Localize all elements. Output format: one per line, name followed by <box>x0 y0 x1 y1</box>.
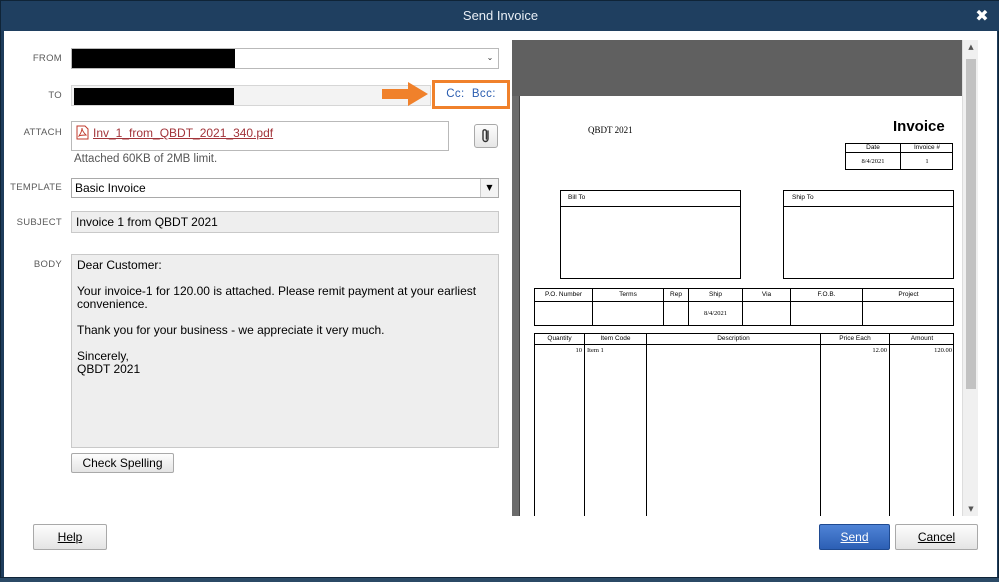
arrow-right-icon <box>382 82 428 106</box>
preview-scrollbar[interactable]: ▲ ▼ <box>962 40 978 516</box>
help-button[interactable]: Help <box>33 524 107 550</box>
subject-field[interactable]: Invoice 1 from QBDT 2021 <box>71 211 499 233</box>
item-amount: 120.00 <box>934 347 952 354</box>
body-line-1: Your invoice-1 for 120.00 is attached. P… <box>77 284 477 311</box>
items-table <box>534 333 954 516</box>
dialog-client: FROM ⌄ TO Cc: Bcc: ATTACH Inv_1_from_QBD… <box>4 31 997 577</box>
item-quantity: 10 <box>575 347 583 354</box>
fob-header: F.O.B. <box>817 291 836 298</box>
invoice-date: 8/4/2021 <box>861 158 885 165</box>
attachment-limit-text: Attached 60KB of 2MB limit. <box>74 153 218 165</box>
subject-value: Invoice 1 from QBDT 2021 <box>76 215 218 229</box>
ship-to-label: Ship To <box>792 194 814 201</box>
body-signature: QBDT 2021 <box>77 362 141 376</box>
cc-bcc-highlight: Cc: Bcc: <box>432 80 510 109</box>
attachment-box: Inv_1_from_QBDT_2021_340.pdf <box>71 121 449 151</box>
project-header: Project <box>898 291 919 298</box>
title-bar: Send Invoice ✖ <box>1 1 999 31</box>
date-header: Date <box>866 144 880 151</box>
invoice-preview: QBDT 2021 Invoice Date Invoice # 8/4/202… <box>512 40 978 516</box>
cc-link[interactable]: Cc: <box>446 88 464 100</box>
table-line <box>845 152 953 153</box>
attachment-link[interactable]: Inv_1_from_QBDT_2021_340.pdf <box>93 126 273 140</box>
ship-header: Ship <box>708 291 722 298</box>
table-line <box>889 333 890 516</box>
invoice-title: Invoice <box>893 118 945 135</box>
item-price-each: 12.00 <box>872 347 887 354</box>
bill-to-box <box>560 190 741 279</box>
body-textarea[interactable]: Dear Customer: Your invoice-1 for 120.00… <box>71 254 499 448</box>
invoice-number: 1 <box>925 158 929 165</box>
taskbar-strip <box>0 578 999 582</box>
cancel-button[interactable]: Cancel <box>895 524 978 550</box>
ship-to-box <box>783 190 954 279</box>
to-label: TO <box>48 90 62 101</box>
terms-header: Terms <box>619 291 637 298</box>
po-header: P.O. Number <box>544 291 583 298</box>
price-each-header: Price Each <box>839 335 871 342</box>
table-line <box>534 344 954 345</box>
to-field[interactable] <box>71 85 431 106</box>
amount-header: Amount <box>910 335 934 342</box>
attach-label: ATTACH <box>23 127 62 138</box>
table-line <box>646 333 647 516</box>
check-spelling-button[interactable]: Check Spelling <box>71 453 174 473</box>
table-line <box>820 333 821 516</box>
via-header: Via <box>761 291 772 298</box>
send-button[interactable]: Send <box>819 524 890 550</box>
template-label: TEMPLATE <box>10 182 62 193</box>
body-greeting: Dear Customer: <box>77 258 162 272</box>
dropdown-arrow-icon: ⌄ <box>486 53 494 62</box>
paperclip-icon <box>482 129 489 143</box>
table-line <box>560 206 741 207</box>
table-line <box>584 333 585 516</box>
invoice-page: QBDT 2021 Invoice Date Invoice # 8/4/202… <box>519 96 964 516</box>
body-label: BODY <box>33 259 62 270</box>
scroll-down-icon[interactable]: ▼ <box>963 502 979 516</box>
table-line <box>783 206 954 207</box>
pdf-icon <box>76 125 89 140</box>
rep-header: Rep <box>670 291 682 298</box>
template-select[interactable]: Basic Invoice ▼ <box>71 178 499 198</box>
quantity-header: Quantity <box>547 335 572 342</box>
bcc-link[interactable]: Bcc: <box>472 88 496 100</box>
bill-to-label: Bill To <box>568 194 586 201</box>
preview-header-band <box>512 40 978 96</box>
item-code-header: Item Code <box>600 335 631 342</box>
from-select[interactable]: ⌄ <box>71 48 499 69</box>
send-invoice-window: Send Invoice ✖ FROM ⌄ TO Cc: Bcc: ATTACH… <box>0 0 999 578</box>
description-header: Description <box>717 335 750 342</box>
table-line <box>534 301 954 302</box>
dropdown-arrow-icon[interactable]: ▼ <box>480 179 498 197</box>
ship-date: 8/4/2021 <box>703 310 728 317</box>
attach-file-button[interactable] <box>474 124 498 148</box>
body-line-2: Thank you for your business - we appreci… <box>77 323 385 337</box>
scroll-thumb[interactable] <box>966 59 976 389</box>
close-icon[interactable]: ✖ <box>974 1 990 31</box>
subject-label: SUBJECT <box>16 217 62 228</box>
template-value: Basic Invoice <box>75 181 146 195</box>
scroll-up-icon[interactable]: ▲ <box>963 40 979 54</box>
redacted-from-address <box>72 49 235 68</box>
invoice-no-header: Invoice # <box>913 144 941 151</box>
window-title: Send Invoice <box>462 8 539 23</box>
item-code: Item 1 <box>587 347 604 354</box>
redacted-to-address <box>74 88 234 105</box>
invoice-company: QBDT 2021 <box>588 125 633 135</box>
from-label: FROM <box>32 53 62 64</box>
